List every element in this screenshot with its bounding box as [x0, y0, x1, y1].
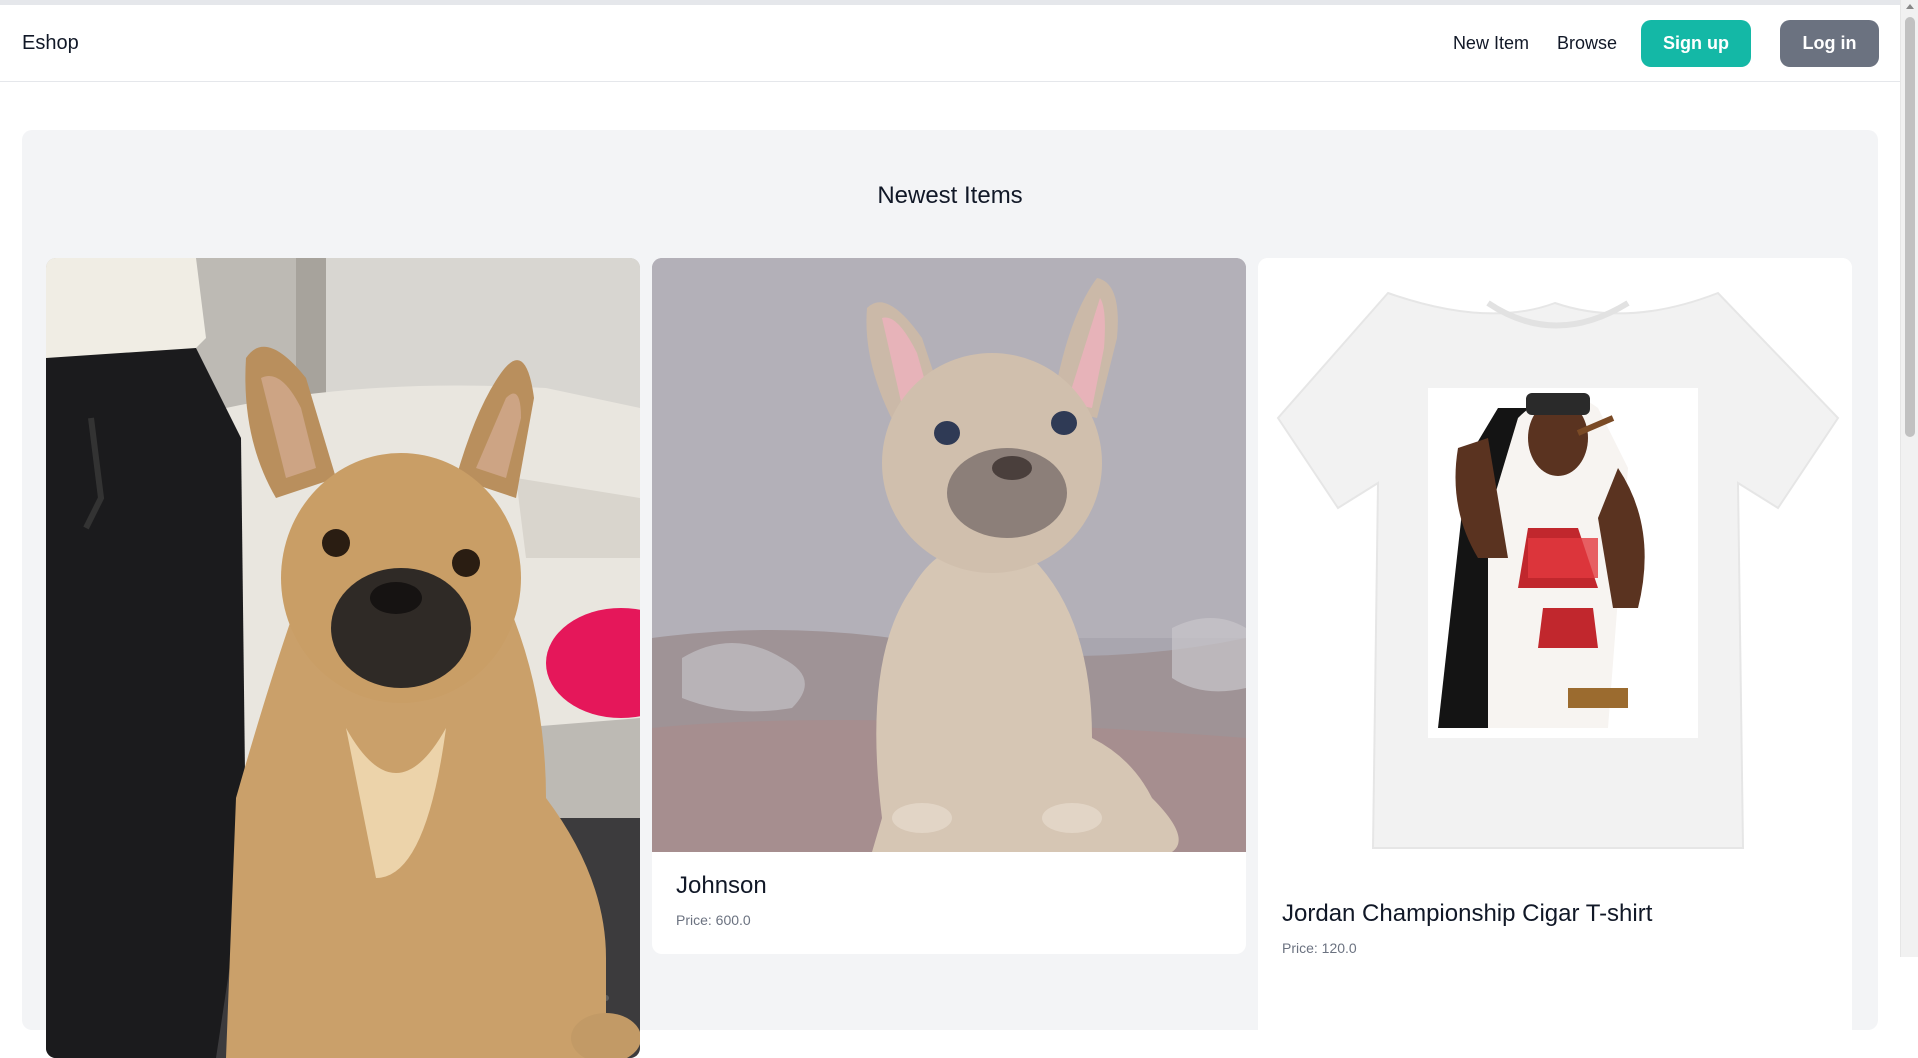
item-image[interactable]	[1258, 258, 1852, 878]
newest-items-panel: Newest Items Johnson Price: 600.0 Jordan…	[22, 130, 1878, 1058]
item-card[interactable]: Jordan Championship Cigar T-shirt Price:…	[1258, 258, 1852, 1058]
signup-button[interactable]: Sign up	[1641, 19, 1751, 67]
scrollbar[interactable]	[1900, 0, 1918, 957]
item-price: Price: 120.0	[1282, 940, 1357, 956]
page-title: Newest Items	[877, 182, 1023, 209]
nav-browse-link[interactable]: Browse	[1557, 33, 1617, 54]
item-card[interactable]: Johnson Price: 600.0	[652, 258, 1246, 954]
tshirt-photo	[1258, 258, 1852, 878]
item-price: Price: 600.0	[676, 912, 751, 928]
tan-bulldog-photo	[46, 258, 640, 1058]
nav-right: New Item Browse Sign up Log in	[1453, 19, 1879, 67]
item-name[interactable]: Johnson	[676, 872, 767, 900]
item-name[interactable]: Jordan Championship Cigar T-shirt	[1282, 900, 1652, 928]
login-button[interactable]: Log in	[1780, 19, 1879, 67]
brand-logo[interactable]: Eshop	[22, 32, 79, 55]
item-card[interactable]	[46, 258, 640, 1058]
grey-bulldog-photo	[652, 258, 1246, 852]
item-image[interactable]	[46, 258, 640, 1058]
nav-new-item-link[interactable]: New Item	[1453, 33, 1529, 54]
navbar: Eshop New Item Browse Sign up Log in	[0, 5, 1900, 82]
item-image[interactable]	[652, 258, 1246, 852]
scroll-up-icon[interactable]	[1906, 4, 1914, 9]
scroll-thumb[interactable]	[1905, 17, 1915, 437]
